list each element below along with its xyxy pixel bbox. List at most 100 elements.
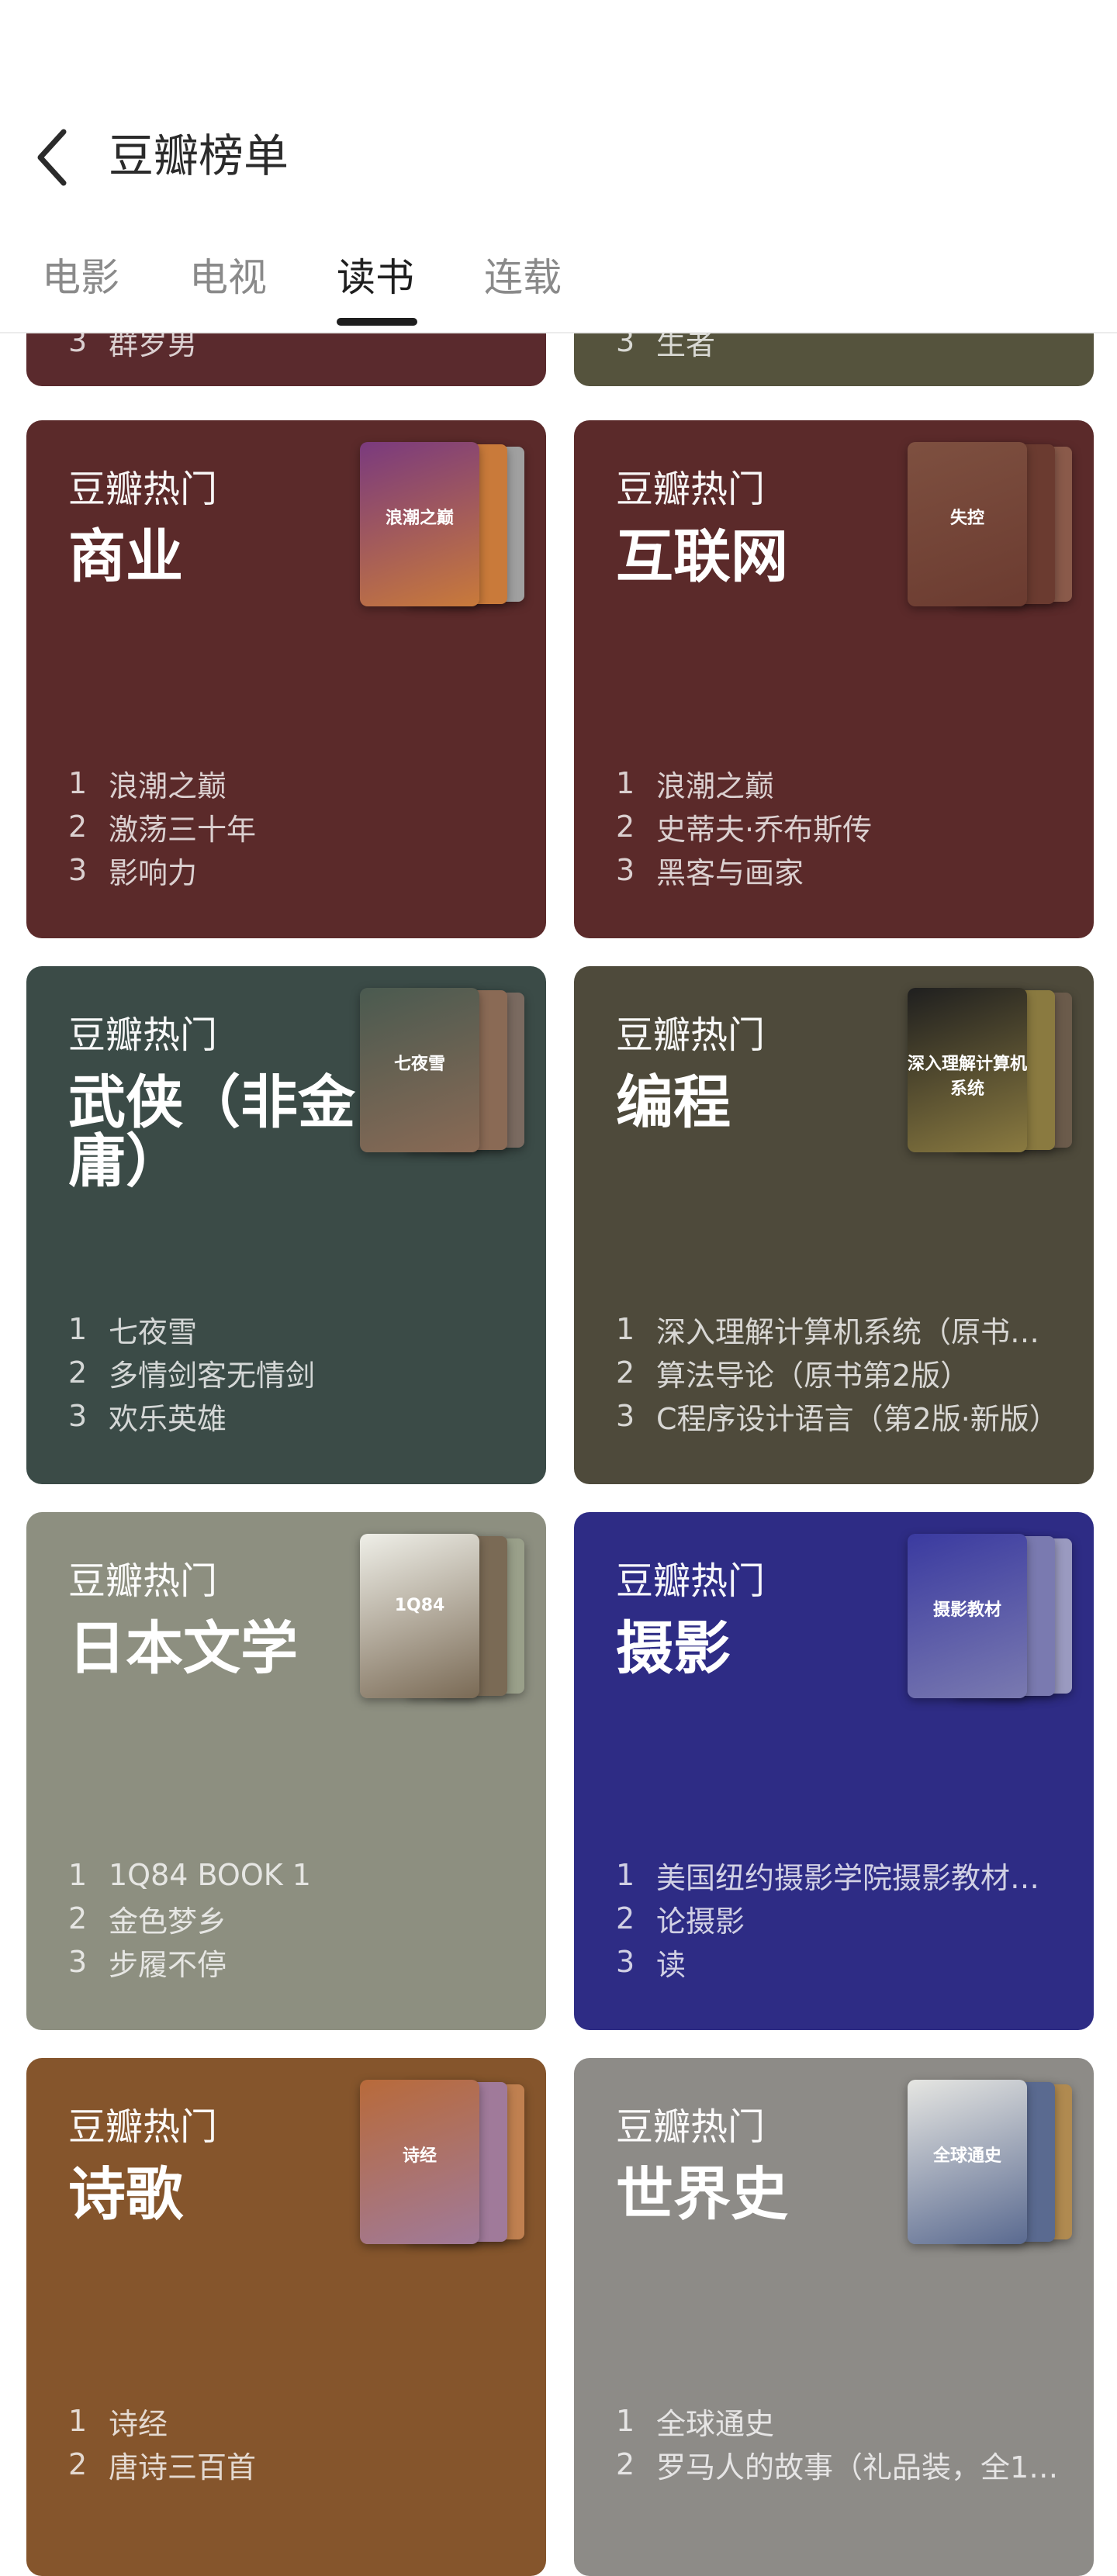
page-title: 豆瓣榜单 — [109, 129, 289, 182]
tab-indicator — [337, 318, 417, 326]
book-cover-stack: 深入理解计算机系统 — [908, 988, 1074, 1152]
book-title: 欢乐英雄 — [109, 1401, 227, 1436]
book-cover-title: 全球通史 — [932, 2146, 1001, 2166]
rank-number: 2 — [616, 2447, 635, 2481]
card-caption: 豆瓣热门 — [616, 2105, 766, 2149]
card-caption: 豆瓣热门 — [68, 1013, 218, 1057]
rank-item[interactable]: 1 全球通史 — [616, 2399, 1066, 2443]
top-bar: 豆瓣榜单 电影 电视 读书 连载 — [0, 0, 1117, 333]
book-cover-stack: 1Q84 — [360, 1534, 526, 1698]
rank-item[interactable]: 2 算法导论（原书第2版） — [616, 1351, 1066, 1394]
rank-item[interactable]: 1 诗经 — [68, 2399, 518, 2443]
rank-item[interactable]: 3 影响力 — [68, 848, 518, 892]
rank-number: 2 — [68, 1355, 88, 1390]
ranking-card[interactable]: 失控 豆瓣热门 互联网 1 浪潮之巅 2 史蒂夫·乔布斯传 3 黑客与画家 — [574, 420, 1094, 938]
book-cover: 深入理解计算机系统 — [908, 988, 1027, 1152]
rank-item[interactable]: 1 浪潮之巅 — [68, 761, 518, 805]
rank-number: 1 — [616, 766, 635, 800]
rank-item[interactable]: 2 罗马人的故事（礼品装，全15册） — [616, 2443, 1066, 2486]
book-title: 罗马人的故事（礼品装，全15册） — [656, 2450, 1066, 2484]
rank-number: 1 — [616, 1312, 635, 1346]
book-cover-title: 七夜雪 — [393, 1055, 445, 1074]
rank-item[interactable]: 1 七夜雪 — [68, 1307, 518, 1351]
book-title: 步履不停 — [109, 1947, 227, 1982]
book-title: 算法导论（原书第2版） — [656, 1358, 970, 1393]
ranking-card[interactable]: 诗经 豆瓣热门 诗歌 1 诗经 2 唐诗三百首 — [26, 2058, 546, 2576]
rank-number: 1 — [68, 2404, 88, 2438]
rank-item[interactable]: 3 欢乐英雄 — [68, 1394, 518, 1438]
rank-number: 3 — [68, 1945, 88, 1979]
book-cover-stack: 浪潮之巅 — [360, 442, 526, 606]
book-title: 唐诗三百首 — [109, 2450, 257, 2484]
rank-item[interactable]: 2 唐诗三百首 — [68, 2443, 518, 2486]
ranking-card[interactable]: 全球通史 豆瓣热门 世界史 1 全球通史 2 罗马人的故事（礼品装，全15册） — [574, 2058, 1094, 2576]
ranking-card[interactable]: 摄影教材豆瓣热门摄影1美国纽约摄影学院摄影教材（上册）2论摄影3读 — [574, 1512, 1094, 2030]
rank-item[interactable]: 3 黑客与画家 — [616, 848, 1066, 892]
rank-list: 1 诗经 2 唐诗三百首 — [68, 2399, 518, 2486]
book-title: C程序设计语言（第2版·新版） — [656, 1401, 1059, 1436]
rank-number: 2 — [68, 2447, 88, 2481]
card-caption: 豆瓣热门 — [68, 1559, 218, 1603]
book-title: 1Q84 BOOK 1 — [109, 1858, 311, 1892]
tab-books[interactable]: 读书 — [337, 247, 414, 309]
rank-item[interactable]: 1 浪潮之巅 — [616, 761, 1066, 805]
rank-list: 1美国纽约摄影学院摄影教材（上册） 2 论摄影3读 — [616, 1853, 1066, 1984]
book-title: 深入理解计算机系统（原书第3版） — [656, 1314, 1066, 1349]
rank-number: 3 — [68, 853, 88, 887]
book-title: 多情剑客无情剑 — [109, 1358, 316, 1393]
book-title: 金色梦乡 — [109, 1904, 227, 1939]
tab-bar: 电影 电视 读书 连载 — [0, 247, 1117, 332]
book-cover-title: 深入理解计算机系统 — [908, 1055, 1027, 1099]
tab-tv[interactable]: 电视 — [189, 247, 267, 309]
rank-item[interactable]: 3 步履不停 — [68, 1940, 518, 1984]
book-title: 浪潮之巅 — [109, 768, 227, 803]
rank-number: 2 — [616, 810, 635, 844]
book-cover: 失控 — [908, 442, 1027, 606]
rank-item[interactable]: 2 多情剑客无情剑 — [68, 1351, 518, 1394]
rank-list: 1 全球通史 2 罗马人的故事（礼品装，全15册） — [616, 2399, 1066, 2486]
card-category: 武侠（非金庸） — [68, 1069, 355, 1195]
ranking-card[interactable]: 浪潮之巅 豆瓣热门 商业 1 浪潮之巅 2 激荡三十年 3 影响力 — [26, 420, 546, 938]
book-cover-title: 浪潮之巅 — [385, 509, 454, 528]
chevron-left-icon — [37, 129, 67, 186]
ranking-list[interactable]: 3 群岁男 3 生者 浪潮之巅 豆瓣热门 商业 1 浪潮之巅 2 激荡三十年 3 影响力 失控 豆瓣… — [0, 0, 1117, 2576]
ranking-card[interactable]: 七夜雪 豆瓣热门武侠（非金庸） 1 七夜雪 2 多情剑客无情剑 3 欢乐英雄 — [26, 966, 546, 1484]
card-caption: 豆瓣热门 — [616, 468, 766, 511]
tab-serial[interactable]: 连载 — [484, 247, 562, 309]
rank-item[interactable]: 1 深入理解计算机系统（原书第3版） — [616, 1307, 1066, 1351]
book-cover: 1Q84 — [360, 1534, 479, 1698]
rank-item[interactable]: 2 论摄影 — [616, 1897, 1066, 1940]
book-title: 黑客与画家 — [656, 855, 804, 890]
rank-item[interactable]: 3 C程序设计语言（第2版·新版） — [616, 1394, 1066, 1438]
book-cover-title: 失控 — [949, 509, 984, 528]
ranking-card[interactable]: 1Q84 豆瓣热门日本文学 1 1Q84 BOOK 1 2 金色梦乡 3 步履不停 — [26, 1512, 546, 2030]
rank-number: 1 — [616, 2404, 635, 2438]
rank-item[interactable]: 2 金色梦乡 — [68, 1897, 518, 1940]
book-title: 影响力 — [109, 855, 198, 890]
rank-number: 2 — [616, 1901, 635, 1935]
rank-item[interactable]: 3读 — [616, 1940, 1066, 1984]
rank-item[interactable]: 1 1Q84 BOOK 1 — [68, 1853, 518, 1897]
back-button[interactable] — [31, 123, 78, 192]
ranking-card[interactable]: 深入理解计算机系统 豆瓣热门编程 1 深入理解计算机系统（原书第3版） 2 算法导论（原书… — [574, 966, 1094, 1484]
rank-item[interactable]: 2 史蒂夫·乔布斯传 — [616, 805, 1066, 848]
card-category: 日本文学 — [68, 1615, 298, 1682]
rank-number: 3 — [616, 853, 635, 887]
book-cover: 摄影教材 — [908, 1534, 1027, 1698]
book-cover-stack: 摄影教材 — [908, 1534, 1074, 1698]
book-title: 论摄影 — [656, 1904, 745, 1939]
tab-movie[interactable]: 电影 — [42, 247, 119, 309]
rank-list: 1 浪潮之巅 2 激荡三十年 3 影响力 — [68, 761, 518, 892]
rank-item[interactable]: 2 激荡三十年 — [68, 805, 518, 848]
card-category: 商业 — [68, 523, 183, 590]
book-cover-title: 摄影教材 — [932, 1601, 1001, 1620]
rank-number: 3 — [616, 1399, 635, 1433]
rank-number: 1 — [68, 1312, 88, 1346]
rank-item[interactable]: 1 美国纽约摄影学院摄影教材（上册） — [616, 1853, 1066, 1897]
book-cover: 浪潮之巅 — [360, 442, 479, 606]
divider — [0, 332, 1117, 333]
rank-number: 1 — [616, 1858, 635, 1892]
book-cover-title: 诗经 — [402, 2146, 437, 2166]
book-cover: 七夜雪 — [360, 988, 479, 1152]
book-title: 浪潮之巅 — [656, 768, 775, 803]
